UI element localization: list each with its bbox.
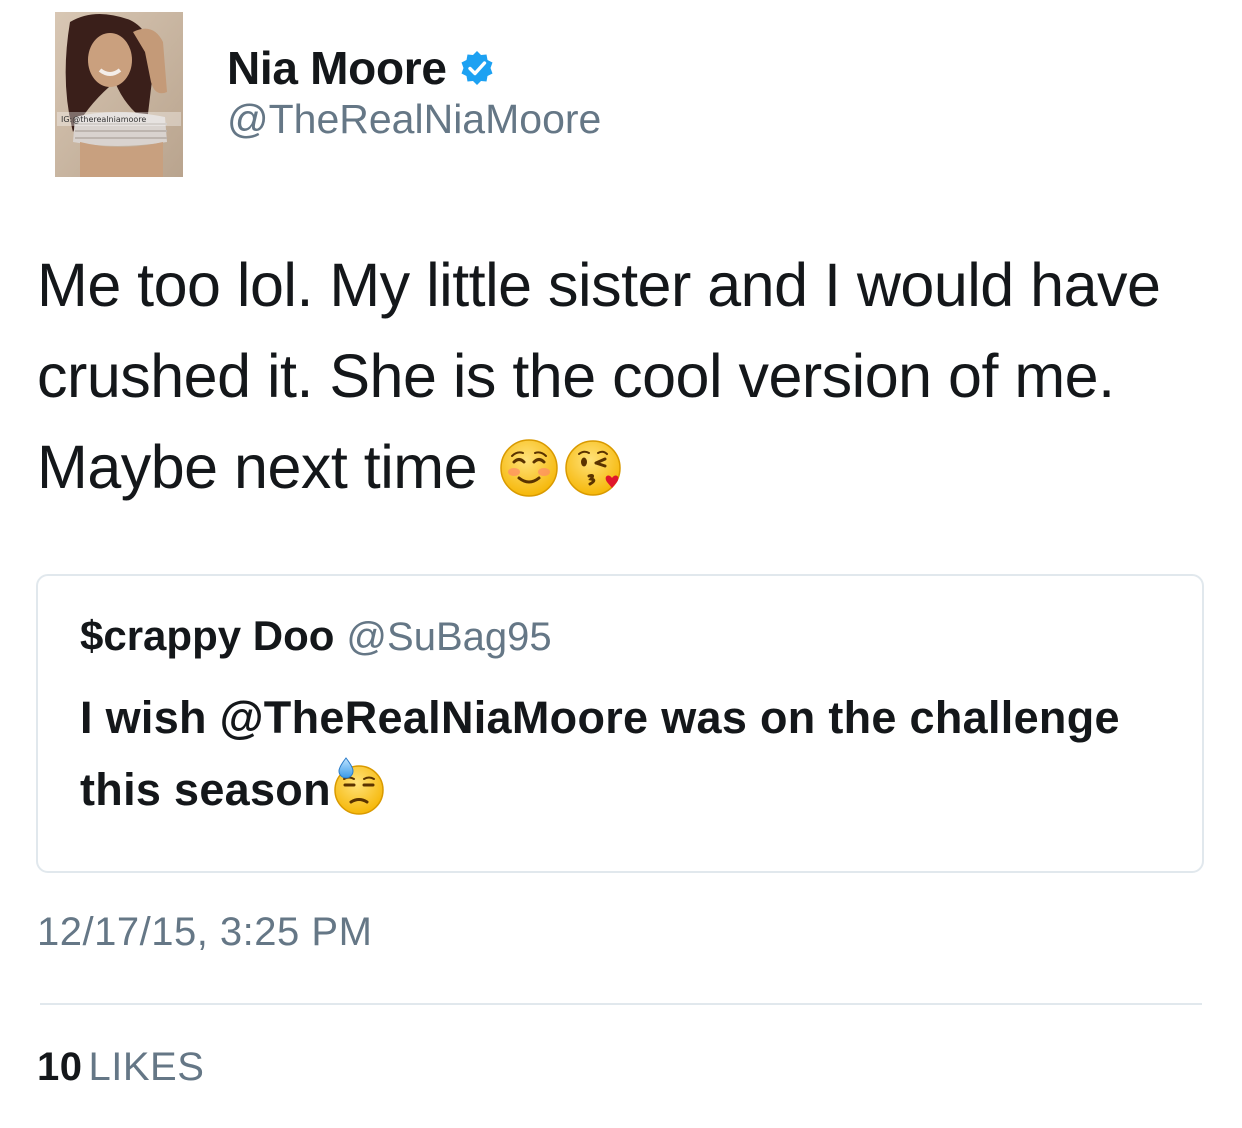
divider xyxy=(40,1003,1202,1005)
quoted-tweet-header: $crappy Doo @SuBag95 xyxy=(80,612,552,660)
svg-text:IG:@therealniamoore: IG:@therealniamoore xyxy=(61,115,146,124)
author-name-row[interactable]: Nia Moore xyxy=(227,38,495,98)
author-handle[interactable]: @TheRealNiaMoore xyxy=(227,96,601,143)
tweet-text: Me too lol. My little sister and I would… xyxy=(37,240,1207,513)
likes-stat[interactable]: 10 LIKES xyxy=(37,1045,204,1090)
face-blowing-kiss-icon xyxy=(565,432,625,496)
author-display-name[interactable]: Nia Moore xyxy=(227,41,447,95)
quoted-author-name: $crappy Doo xyxy=(80,612,335,659)
likes-count: 10 xyxy=(37,1045,83,1089)
quoted-author-handle: @SuBag95 xyxy=(346,615,552,659)
quoted-tweet-card[interactable]: $crappy Doo @SuBag95 I wish @TheRealNiaMo… xyxy=(36,574,1204,873)
avatar-image: IG:@therealniamoore xyxy=(55,12,183,177)
verified-badge-icon xyxy=(459,50,495,86)
smiling-face-icon xyxy=(499,432,559,497)
quoted-tweet-text-content: I wish @TheRealNiaMoore was on the chall… xyxy=(80,692,1120,815)
quoted-tweet-text: I wish @TheRealNiaMoore was on the chall… xyxy=(80,682,1180,826)
avatar[interactable]: IG:@therealniamoore xyxy=(55,12,183,177)
downcast-sweat-face-icon xyxy=(333,757,385,815)
likes-label: LIKES xyxy=(88,1045,205,1089)
tweet-timestamp[interactable]: 12/17/15, 3:25 PM xyxy=(37,910,372,955)
